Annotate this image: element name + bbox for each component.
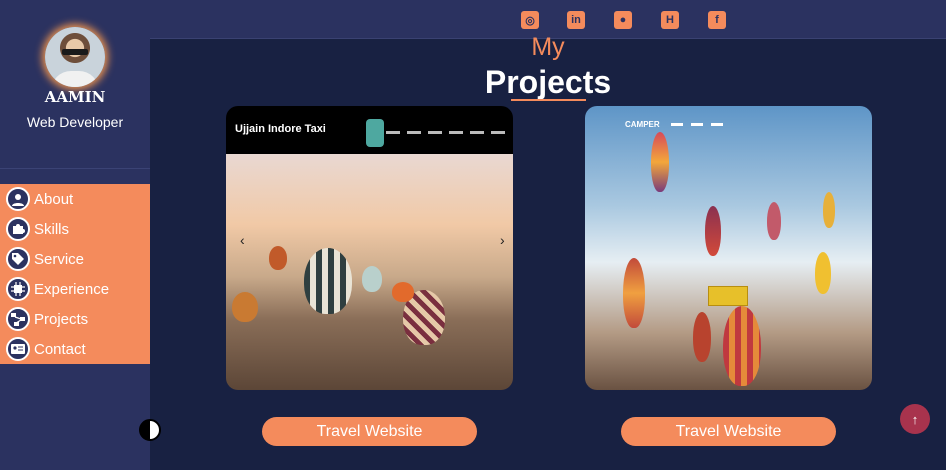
preview-nav-links [671,123,725,126]
profile-name: AAMIN [44,88,106,106]
sidebar-item-skills[interactable]: Skills [0,214,150,244]
project-card-1[interactable]: Ujjain Indore Taxi ‹ › [226,106,513,390]
sidebar-item-contact[interactable]: Contact [0,334,150,364]
arrow-up-icon: ↑ [911,411,919,427]
title-underline [511,99,586,101]
puzzle-icon [6,217,30,241]
chip-icon [6,277,30,301]
sidebar-item-label: Contact [34,340,86,358]
project-button-2[interactable]: Travel Website [621,417,836,446]
section-kicker: My [531,33,565,61]
avatar [45,27,105,87]
sidebar: AAMIN Web Developer About Skills Service [0,0,150,470]
project-preview-image: ‹ › [226,154,513,390]
preview-brand: Ujjain Indore Taxi [235,123,326,135]
linkedin-icon[interactable]: in [567,11,585,29]
network-icon [6,307,30,331]
project-card-2[interactable]: CAMPER [585,106,872,390]
sidebar-item-projects[interactable]: Projects [0,304,150,334]
tag-icon [6,247,30,271]
sidebar-item-label: Experience [34,280,110,298]
profile-role: Web Developer [26,114,124,130]
github-icon[interactable]: ● [614,11,632,29]
sidebar-item-label: About [34,190,74,208]
sidebar-item-experience[interactable]: Experience [0,274,150,304]
id-card-icon [6,337,30,361]
project-button-1[interactable]: Travel Website [262,417,477,446]
sidebar-item-label: Skills [34,220,70,238]
sidebar-item-label: Service [34,250,85,268]
preview-brand: CAMPER [625,120,660,129]
sidebar-divider [0,168,150,169]
project-preview-image: CAMPER [585,106,872,390]
scroll-to-top-button[interactable]: ↑ [900,404,930,434]
chevron-right-icon: › [500,232,505,248]
page-title: Projects [484,64,612,100]
sidebar-item-service[interactable]: Service [0,244,150,274]
preview-nav-links [386,131,511,134]
instagram-icon[interactable]: ◎ [521,11,539,29]
sidebar-nav: About Skills Service Experience Projects [0,184,150,364]
theme-toggle-icon[interactable] [139,419,161,441]
chevron-left-icon: ‹ [240,232,245,248]
sidebar-item-about[interactable]: About [0,184,150,214]
preview-home-tab [366,119,384,147]
preview-cta-button [708,286,748,306]
user-icon [6,187,30,211]
preview-navbar: Ujjain Indore Taxi [226,106,513,154]
hashnode-icon[interactable]: H [661,11,679,29]
sidebar-item-label: Projects [34,310,89,328]
facebook-icon[interactable]: f [708,11,726,29]
